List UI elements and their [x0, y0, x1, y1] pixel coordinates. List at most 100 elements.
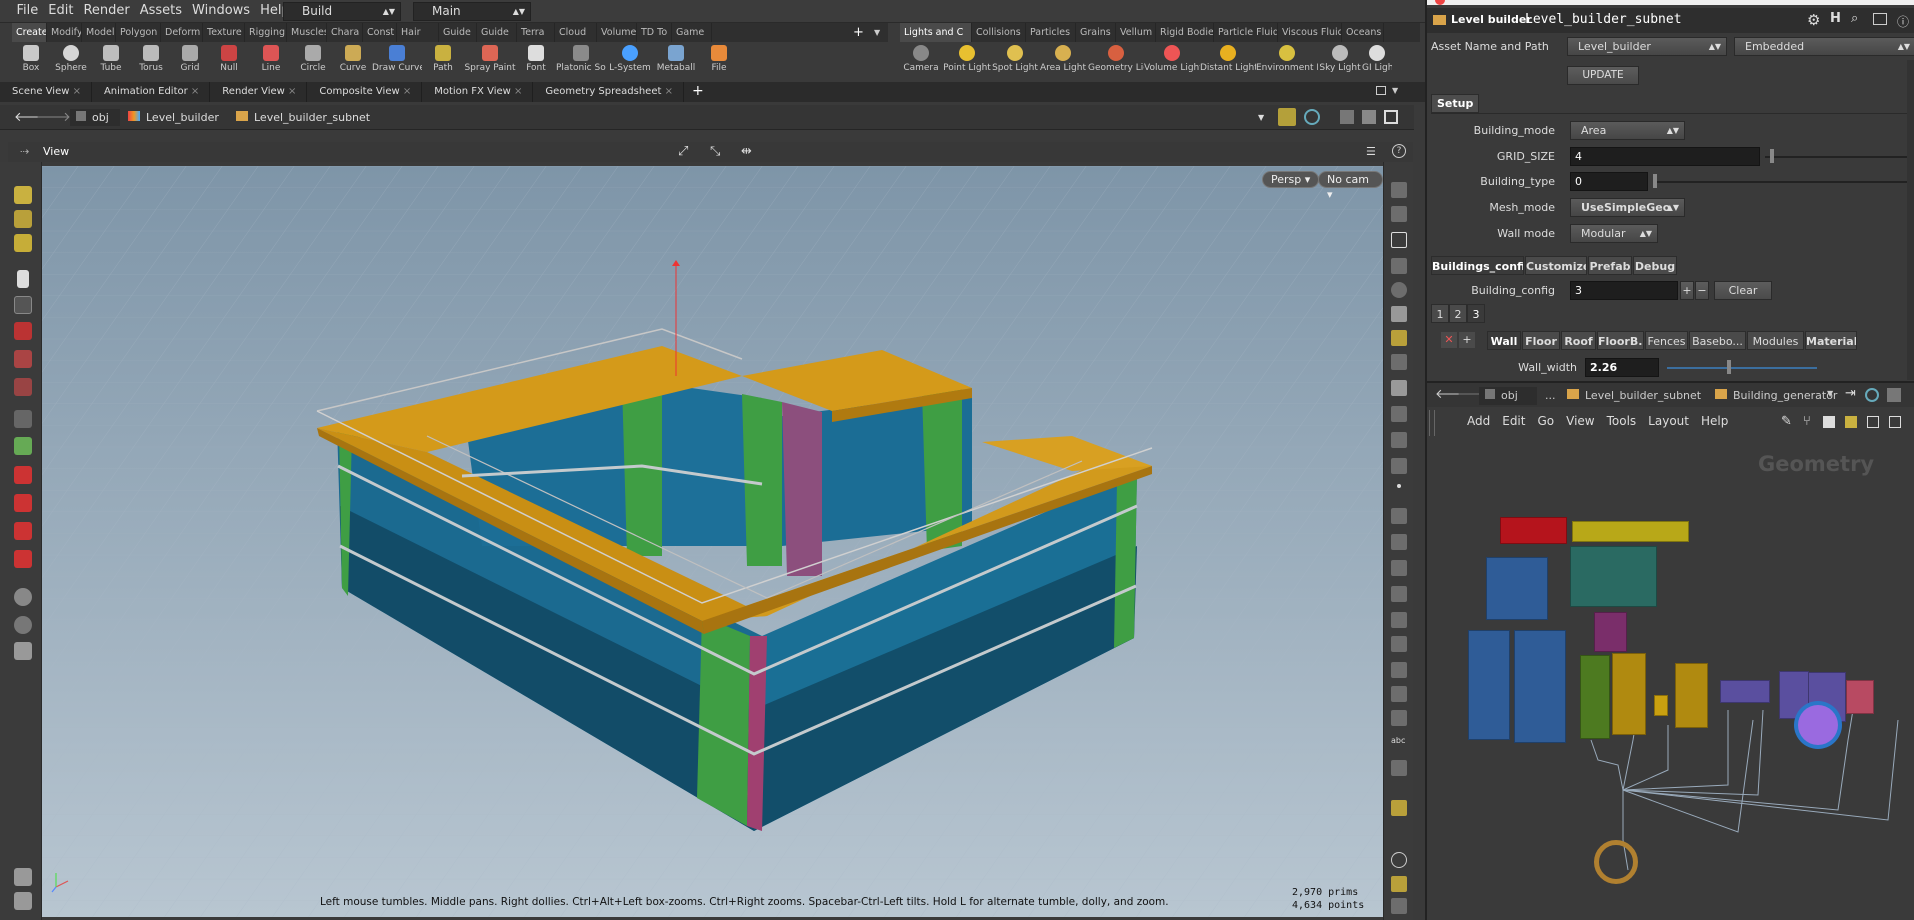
shelf-tab-td-to[interactable]: TD To — [637, 23, 672, 42]
network-box-violet1[interactable] — [1720, 680, 1770, 703]
chevron-down-icon[interactable]: ▼ — [1827, 389, 1833, 398]
mesh-mode-dropdown[interactable]: UseSimpleGeo ▲▼ — [1570, 198, 1685, 217]
flow-icon[interactable] — [1889, 416, 1901, 428]
list-icon[interactable] — [1823, 416, 1835, 428]
tool-torus[interactable]: Torus — [130, 42, 172, 80]
pin-icon[interactable] — [1278, 108, 1296, 126]
camera-tool2-icon[interactable]: ⤡ — [710, 144, 720, 159]
shelf-tab-chara[interactable]: Chara — [327, 23, 363, 42]
shelf-tab-game[interactable]: Game — [672, 23, 712, 42]
vertex-icon[interactable] — [1391, 586, 1407, 602]
normals-icon[interactable] — [1391, 508, 1407, 524]
record-icon[interactable] — [14, 616, 32, 634]
pane-tab-scene-view[interactable]: Scene View × — [0, 82, 92, 102]
lock-icon[interactable] — [14, 296, 32, 314]
bottom-tool-icon[interactable] — [14, 868, 32, 886]
close-tab-icon[interactable]: × — [400, 86, 411, 97]
tool-distant-light[interactable]: Distant Light — [1200, 42, 1256, 80]
uv-icon[interactable] — [1391, 534, 1407, 550]
text-icon[interactable]: abc — [1391, 736, 1407, 752]
pose-tool-icon[interactable] — [14, 234, 32, 252]
tool-spot-light[interactable]: Spot Light — [992, 42, 1038, 80]
network-box-blue2[interactable] — [1468, 630, 1510, 740]
shelf-tab-guide[interactable]: Guide — [439, 23, 477, 42]
shelf-tab-collisions[interactable]: Collisions — [972, 23, 1026, 42]
close-tab-icon[interactable]: × — [188, 86, 199, 97]
tab-prefab[interactable]: Prefab — [1588, 256, 1632, 275]
path-level-builder[interactable]: Level_builder — [122, 109, 227, 126]
shelf-tab-texture[interactable]: Texture — [203, 23, 245, 42]
info-icon[interactable] — [1391, 852, 1407, 868]
help-icon[interactable]: ? — [1392, 144, 1406, 158]
shelf-tab-volume[interactable]: Volume — [597, 23, 637, 42]
close-tab-icon[interactable]: × — [511, 86, 522, 97]
points-icon[interactable] — [1397, 484, 1401, 488]
tool-box[interactable]: Box — [12, 42, 50, 80]
flipbook-icon[interactable] — [14, 642, 32, 660]
tab-fences[interactable]: Fences — [1645, 331, 1688, 350]
network-box-yellow[interactable] — [1572, 521, 1689, 542]
shelf-tab-model[interactable]: Model — [82, 23, 116, 42]
tab-config-2[interactable]: 2 — [1449, 304, 1467, 323]
magnet4-icon[interactable] — [14, 550, 32, 568]
wall-width-slider[interactable] — [1667, 367, 1817, 369]
network-box-blue1[interactable] — [1486, 557, 1548, 620]
grid-icon[interactable] — [1391, 876, 1407, 892]
tab-config-1[interactable]: 1 — [1431, 304, 1449, 323]
pane-tab-motion-fx-view[interactable]: Motion FX View × — [422, 82, 534, 102]
info-icon[interactable]: ⓘ — [1897, 13, 1909, 30]
camera-menu[interactable]: No cam ▾ — [1318, 171, 1383, 201]
tool-volume-light[interactable]: Volume Light — [1144, 42, 1200, 80]
headlight-icon[interactable] — [1391, 354, 1407, 370]
param-scrollbar[interactable] — [1907, 60, 1914, 380]
net-path-ellipsis[interactable]: ... — [1545, 389, 1556, 402]
camera2-icon[interactable] — [1391, 898, 1407, 914]
tool-environment-light[interactable]: Environment Light — [1256, 42, 1318, 80]
close-tab-icon[interactable]: × — [661, 86, 673, 97]
snapshot-icon[interactable] — [1384, 110, 1398, 124]
xray-icon[interactable] — [1391, 406, 1407, 422]
tool-sphere[interactable]: Sphere — [50, 42, 92, 80]
network-box-green[interactable] — [1580, 655, 1610, 739]
menu-assets[interactable]: Assets — [135, 0, 187, 22]
shelf-tab-cloud[interactable]: Cloud — [555, 23, 597, 42]
magnet3-icon[interactable] — [14, 522, 32, 540]
wireframe-icon[interactable] — [1391, 710, 1407, 726]
magnet2-icon[interactable] — [14, 494, 32, 512]
network-box-teal[interactable] — [1570, 546, 1657, 607]
building-config-field[interactable]: 3 — [1570, 281, 1678, 300]
tab-modules[interactable]: Modules — [1747, 331, 1804, 350]
wrench-icon[interactable]: ✎ — [1781, 414, 1792, 429]
help-h-icon[interactable]: H — [1830, 11, 1841, 26]
tool-line[interactable]: Line — [250, 42, 292, 80]
tool-l-system[interactable]: L-System — [606, 42, 654, 80]
gear-icon[interactable]: ⚙ — [1807, 11, 1820, 29]
tab-setup[interactable]: Setup — [1431, 94, 1479, 113]
select-tool-icon[interactable] — [17, 270, 29, 288]
tool-spray-paint[interactable]: Spray Paint — [464, 42, 516, 80]
shelf-tab-viscous-fluids[interactable]: Viscous Fluids — [1278, 23, 1342, 42]
shelf-set-selector[interactable]: Main ▲▼ — [413, 2, 531, 21]
bottom-tool2-icon[interactable] — [14, 892, 32, 910]
net-path-obj[interactable]: obj — [1479, 387, 1537, 405]
tool-null[interactable]: Null — [208, 42, 250, 80]
menu-edit[interactable]: Edit — [43, 0, 78, 22]
shelf-tab-oceans[interactable]: Oceans — [1342, 23, 1384, 42]
edge-icon[interactable] — [1391, 612, 1407, 628]
display-node-icon[interactable] — [1798, 705, 1838, 745]
tab-floorb-[interactable]: FloorB... — [1597, 331, 1644, 350]
maximize-icon[interactable] — [1376, 86, 1386, 95]
snap-icon[interactable] — [14, 350, 32, 368]
tool-point-light[interactable]: Point Light — [942, 42, 992, 80]
network-editor[interactable]: Geometry — [1428, 440, 1914, 920]
shelf-tab-guide[interactable]: Guide — [477, 23, 517, 42]
path-level-builder-subnet[interactable]: Level_builder_subnet — [232, 109, 402, 126]
search-icon[interactable]: ⌕ — [1851, 11, 1858, 26]
net-path-level2[interactable]: Level_builder_subnet — [1567, 387, 1701, 405]
path-dropdown-icon[interactable]: ▼ — [1258, 109, 1264, 126]
tab-config-3[interactable]: 3 — [1467, 304, 1485, 323]
close-tab-icon[interactable]: × — [69, 86, 81, 97]
net-menu-layout[interactable]: Layout — [1648, 414, 1689, 428]
pane-tab-composite-view[interactable]: Composite View × — [307, 82, 423, 102]
building-mode-dropdown[interactable]: Area ▲▼ — [1570, 121, 1685, 140]
